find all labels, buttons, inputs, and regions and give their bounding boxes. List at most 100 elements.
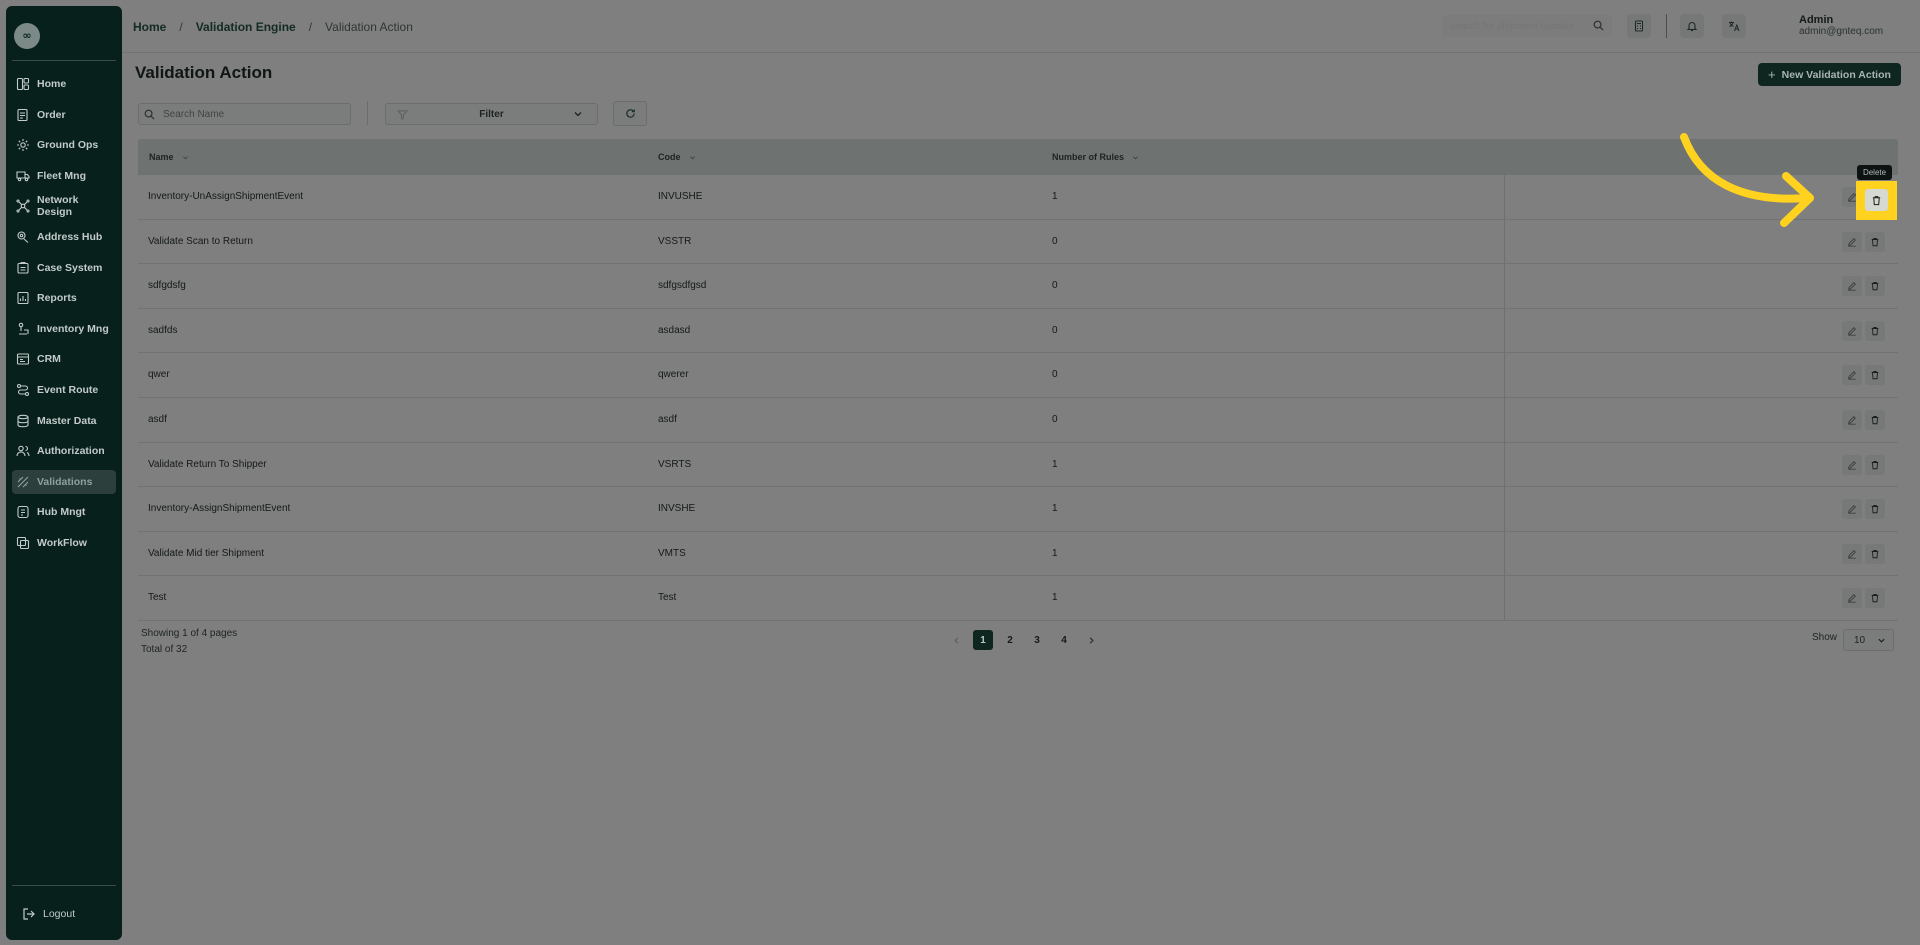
column-header-number-of-rules[interactable]: Number of Rules: [1052, 152, 1139, 162]
logout-button[interactable]: Logout: [12, 902, 116, 926]
validation-action-table: Name Code Number of Rules Inventory-UnAs…: [138, 139, 1898, 621]
notifications-button[interactable]: [1680, 14, 1704, 38]
sidebar-item-address-hub[interactable]: Address Hub: [12, 225, 116, 249]
prev-page-button[interactable]: [946, 630, 966, 650]
edit-icon: [1847, 370, 1857, 380]
report-icon: [16, 291, 30, 305]
sidebar-item-workflow[interactable]: WorkFlow: [12, 531, 116, 555]
sidebar: ∞ Home Order Ground Ops Fleet Mng Network De…: [6, 6, 122, 940]
calculator-icon: [1634, 20, 1644, 32]
edit-icon: [1847, 460, 1857, 470]
delete-button[interactable]: [1865, 276, 1885, 297]
delete-button[interactable]: [1865, 543, 1885, 564]
search-icon[interactable]: [1593, 20, 1604, 31]
page-button-1[interactable]: 1: [973, 630, 993, 650]
delete-button[interactable]: [1865, 409, 1885, 430]
table-row[interactable]: Validate Return To Shipper VSRTS 1: [138, 443, 1898, 488]
edit-button[interactable]: [1842, 588, 1862, 609]
table-row[interactable]: Inventory-AssignShipmentEvent INVSHE 1: [138, 487, 1898, 532]
sidebar-item-event-route[interactable]: Event Route: [12, 378, 116, 402]
cell-name: Validate Mid tier Shipment: [148, 547, 264, 559]
page-title: Validation Action: [135, 63, 273, 82]
delete-button[interactable]: [1865, 320, 1885, 341]
user-name[interactable]: Admin: [1799, 14, 1833, 26]
breadcrumb-validation-engine[interactable]: Validation Engine: [196, 20, 296, 34]
sidebar-item-label: Master Data: [37, 414, 97, 427]
sidebar-item-validations[interactable]: Validations: [12, 469, 116, 494]
page-button-3[interactable]: 3: [1027, 630, 1047, 650]
filter-dropdown[interactable]: Filter: [385, 103, 598, 125]
sidebar-item-label: WorkFlow: [37, 536, 87, 549]
table-row[interactable]: Test Test 1: [138, 576, 1898, 621]
table-row[interactable]: asdf asdf 0: [138, 398, 1898, 443]
edit-button[interactable]: [1842, 499, 1862, 520]
sidebar-item-case-system[interactable]: Case System: [12, 256, 116, 280]
table-row[interactable]: sdfgdsfg sdfgsdfgsd 0: [138, 264, 1898, 309]
cell-code: INVUSHE: [658, 191, 703, 202]
new-validation-action-button[interactable]: + New Validation Action: [1758, 63, 1901, 86]
show-label: Show: [1812, 632, 1838, 643]
edit-button[interactable]: [1842, 543, 1862, 564]
delete-button[interactable]: [1865, 365, 1885, 386]
sidebar-divider: [12, 60, 116, 61]
case-icon: [16, 261, 30, 275]
column-header-name[interactable]: Name: [149, 152, 189, 162]
calculator-button[interactable]: [1627, 14, 1651, 38]
table-body: Inventory-UnAssignShipmentEvent INVUSHE 1 V…: [138, 175, 1898, 621]
table-row[interactable]: sadfds asdasd 0: [138, 309, 1898, 354]
trash-icon: [1870, 593, 1880, 603]
breadcrumb-home[interactable]: Home: [133, 20, 166, 34]
sidebar-item-home[interactable]: Home: [12, 72, 116, 96]
sidebar-item-fleet-mng[interactable]: Fleet Mng: [12, 164, 116, 188]
filter-label: Filter: [479, 109, 504, 120]
table-row[interactable]: Validate Scan to Return VSSTR 0: [138, 220, 1898, 265]
cell-code: VSSTR: [658, 235, 692, 247]
delete-button[interactable]: [1865, 499, 1885, 520]
edit-button[interactable]: [1842, 231, 1862, 252]
sidebar-item-inventory-mng[interactable]: Inventory Mng: [12, 317, 116, 341]
edit-button[interactable]: [1842, 409, 1862, 430]
page-size-select[interactable]: 10: [1843, 629, 1894, 651]
shipment-search-input[interactable]: [1450, 15, 1590, 37]
users-icon: [16, 444, 30, 458]
sidebar-item-crm[interactable]: CRM: [12, 347, 116, 371]
edit-button[interactable]: [1842, 320, 1862, 341]
edit-icon: [1847, 415, 1857, 425]
sidebar-item-ground-ops[interactable]: Ground Ops: [12, 133, 116, 157]
table-row[interactable]: qwer qwerer 0: [138, 353, 1898, 398]
language-button[interactable]: [1722, 14, 1746, 38]
app-logo[interactable]: ∞: [14, 23, 40, 49]
delete-button[interactable]: [1865, 454, 1885, 475]
cell-number-of-rules: 1: [1052, 458, 1058, 470]
logout-label: Logout: [43, 908, 76, 920]
toolbar-separator: [367, 101, 368, 125]
name-search: [138, 103, 351, 125]
edit-button[interactable]: [1842, 365, 1862, 386]
table-row[interactable]: Inventory-UnAssignShipmentEvent INVUSHE 1: [138, 175, 1898, 220]
delete-button[interactable]: [1865, 231, 1885, 252]
refresh-button[interactable]: [613, 101, 647, 126]
breadcrumb-separator: /: [179, 20, 183, 34]
pagination: 1234: [946, 630, 1108, 650]
table-row[interactable]: Validate Mid tier Shipment VMTS 1: [138, 532, 1898, 577]
page-button-2[interactable]: 2: [1000, 630, 1020, 650]
column-header-code[interactable]: Code: [658, 152, 696, 162]
sidebar-item-label: Inventory Mng: [37, 322, 109, 335]
sidebar-item-order[interactable]: Order: [12, 103, 116, 127]
sidebar-item-reports[interactable]: Reports: [12, 286, 116, 310]
sidebar-item-hub-mngt[interactable]: Hub Mngt: [12, 500, 116, 524]
edit-button[interactable]: [1842, 454, 1862, 475]
edit-icon: [1847, 549, 1857, 559]
sidebar-item-authorization[interactable]: Authorization: [12, 439, 116, 463]
page-button-4[interactable]: 4: [1054, 630, 1074, 650]
name-search-input[interactable]: [163, 104, 343, 124]
next-page-button[interactable]: [1081, 630, 1101, 650]
delete-button-highlighted[interactable]: [1865, 189, 1888, 211]
sidebar-item-label: CRM: [37, 353, 61, 366]
sidebar-item-master-data[interactable]: Master Data: [12, 409, 116, 433]
edit-button[interactable]: [1842, 276, 1862, 297]
delete-button[interactable]: [1865, 588, 1885, 609]
cell-code: sdfgsdfgsd: [658, 280, 707, 292]
page-size-value: 10: [1854, 635, 1866, 646]
sidebar-item-network-design[interactable]: Network Design: [12, 194, 116, 218]
